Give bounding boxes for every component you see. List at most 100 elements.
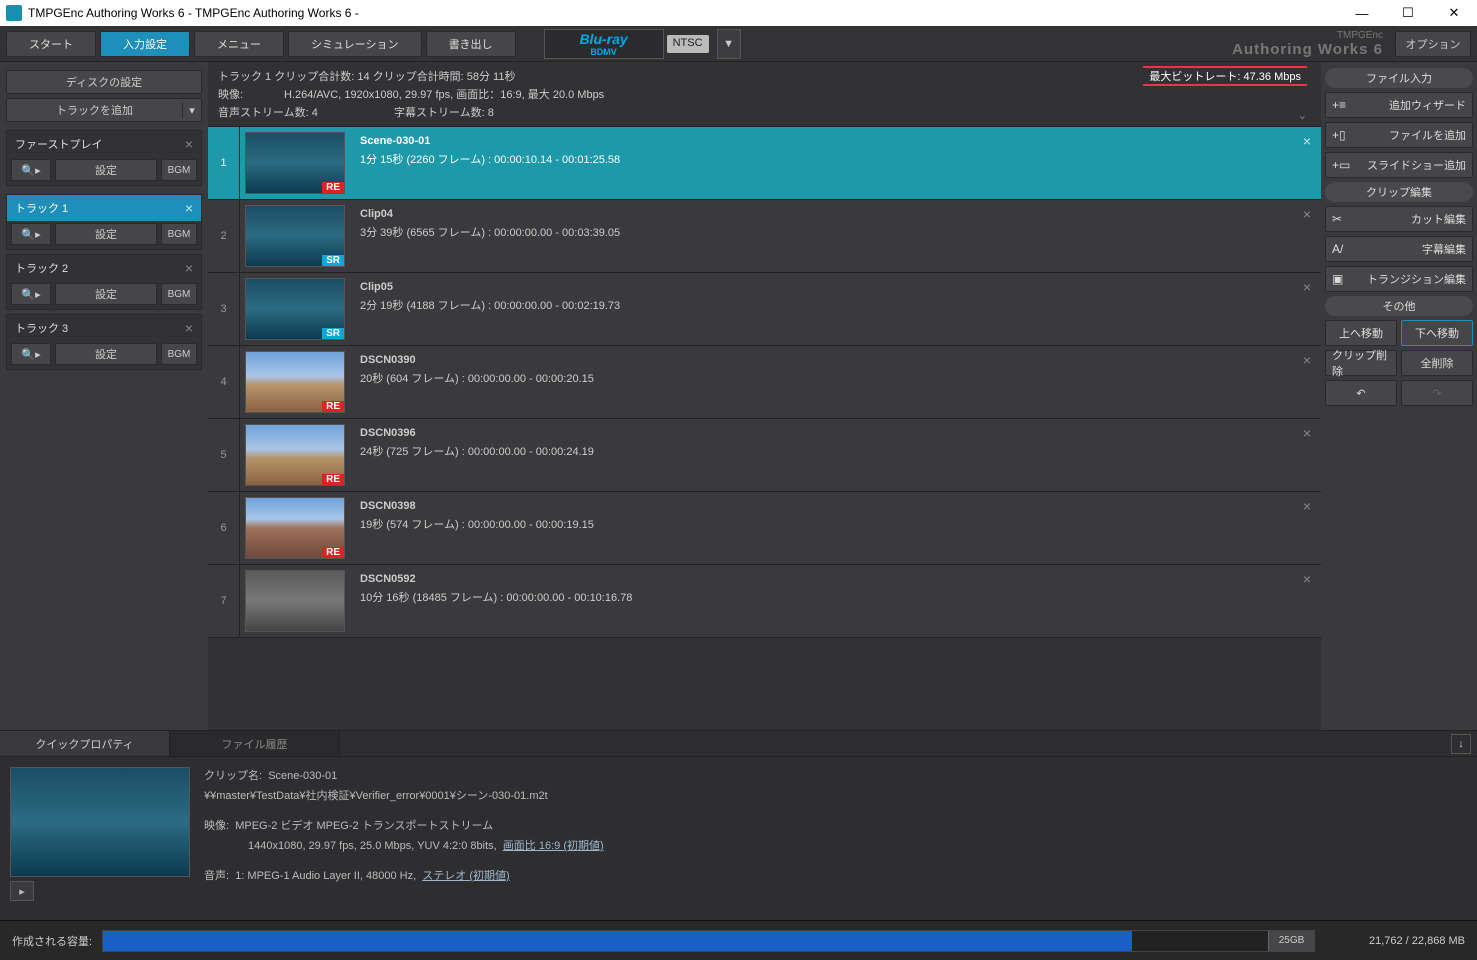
- firstplay-block: ファーストプレイ × 🔍▸ 設定 BGM: [6, 130, 202, 186]
- track-header[interactable]: トラック 3×: [7, 315, 201, 341]
- add-track-button[interactable]: トラックを追加 ▾: [6, 98, 202, 122]
- window-maximize-button[interactable]: ☐: [1385, 0, 1431, 26]
- clip-item[interactable]: 7 DSCN059210分 16秒 (18485 フレーム) : 00:00:00…: [208, 565, 1321, 638]
- audio-label: 音声:: [204, 870, 229, 882]
- clip-item[interactable]: 4REDSCN039020秒 (604 フレーム) : 00:00:00.00 …: [208, 346, 1321, 419]
- clip-number: 7: [208, 565, 240, 637]
- delete-all-button[interactable]: 全削除: [1401, 350, 1473, 376]
- step-start-button[interactable]: スタート: [6, 31, 96, 57]
- transition-icon: ▣: [1332, 272, 1346, 286]
- firstplay-search-button[interactable]: 🔍▸: [11, 159, 51, 181]
- clip-info: DSCN059210分 16秒 (18485 フレーム) : 00:00:00.…: [350, 565, 1321, 637]
- firstplay-bgm-button[interactable]: BGM: [161, 159, 197, 181]
- arrow-down-icon: ↓: [1458, 738, 1464, 750]
- track-search-button[interactable]: 🔍▸: [11, 223, 51, 245]
- close-icon[interactable]: ×: [185, 320, 193, 336]
- clip-remove-button[interactable]: ×: [1303, 352, 1311, 368]
- firstplay-settings-button[interactable]: 設定: [55, 159, 157, 181]
- track-search-button[interactable]: 🔍▸: [11, 283, 51, 305]
- track-block: トラック 1×🔍▸設定BGM: [6, 194, 202, 250]
- step-input-button[interactable]: 入力設定: [100, 31, 190, 57]
- clip-title: Scene-030-01: [360, 135, 1311, 147]
- track-bgm-button[interactable]: BGM: [161, 343, 197, 365]
- clip-number: 4: [208, 346, 240, 418]
- undo-button[interactable]: ↶: [1325, 380, 1397, 406]
- text-icon: A/: [1332, 242, 1346, 256]
- transition-edit-button[interactable]: ▣ トランジション編集: [1325, 266, 1473, 292]
- clip-thumbnail: SR: [245, 278, 345, 340]
- move-up-button[interactable]: 上へ移動: [1325, 320, 1397, 346]
- capacity-target[interactable]: 25GB: [1268, 931, 1314, 951]
- step-menu-button[interactable]: メニュー: [194, 31, 284, 57]
- collapse-button[interactable]: ↓: [1451, 734, 1471, 754]
- clip-tag-badge: RE: [322, 547, 344, 558]
- window-title: TMPGEnc Authoring Works 6 - TMPGEnc Auth…: [28, 6, 359, 20]
- clip-remove-button[interactable]: ×: [1303, 279, 1311, 295]
- track-block: トラック 3×🔍▸設定BGM: [6, 314, 202, 370]
- capacity-bar[interactable]: 25GB: [102, 930, 1315, 952]
- tab-quick-property[interactable]: クイックプロパティ: [0, 731, 170, 756]
- track-header[interactable]: トラック 2×: [7, 255, 201, 281]
- stereo-link[interactable]: ステレオ (初期値): [422, 870, 509, 882]
- clip-item[interactable]: 3SRClip052分 19秒 (4188 フレーム) : 00:00:00.0…: [208, 273, 1321, 346]
- clip-delete-button[interactable]: クリップ削除: [1325, 350, 1397, 376]
- clip-remove-button[interactable]: ×: [1303, 425, 1311, 441]
- disc-settings-button[interactable]: ディスクの設定: [6, 70, 202, 94]
- close-icon[interactable]: ×: [185, 200, 193, 216]
- add-slideshow-button[interactable]: +▭ スライドショー追加: [1325, 152, 1473, 178]
- clip-remove-button[interactable]: ×: [1303, 498, 1311, 514]
- clip-info: Clip043分 39秒 (6565 フレーム) : 00:00:00.00 -…: [350, 200, 1321, 272]
- clip-number: 1: [208, 127, 240, 199]
- tab-file-history[interactable]: ファイル履歴: [170, 731, 340, 756]
- clip-info: Clip052分 19秒 (4188 フレーム) : 00:00:00.00 -…: [350, 273, 1321, 345]
- bottom-tab-row: クイックプロパティ ファイル履歴 ↓: [0, 731, 1477, 757]
- expand-toggle[interactable]: ⌄: [1298, 109, 1307, 122]
- add-wizard-button[interactable]: +≡ 追加ウィザード: [1325, 92, 1473, 118]
- play-icon: ▸: [19, 885, 25, 898]
- track-settings-button[interactable]: 設定: [55, 343, 157, 365]
- clip-remove-button[interactable]: ×: [1303, 571, 1311, 587]
- add-track-label: トラックを追加: [7, 102, 183, 118]
- add-track-dropdown[interactable]: ▾: [183, 104, 201, 117]
- window-minimize-button[interactable]: —: [1339, 0, 1385, 26]
- track-bgm-button[interactable]: BGM: [161, 283, 197, 305]
- subtitle-edit-button[interactable]: A/ 字幕編集: [1325, 236, 1473, 262]
- clip-thumbnail: RE: [245, 424, 345, 486]
- options-button[interactable]: オプション: [1395, 31, 1471, 57]
- clip-item[interactable]: 1REScene-030-011分 15秒 (2260 フレーム) : 00:0…: [208, 127, 1321, 200]
- step-export-button[interactable]: 書き出し: [426, 31, 516, 57]
- bluray-label: Blu-ray: [579, 31, 627, 47]
- close-icon[interactable]: ×: [185, 260, 193, 276]
- preview-play-button[interactable]: ▸: [10, 881, 34, 901]
- clip-item[interactable]: 5REDSCN039624秒 (725 フレーム) : 00:00:00.00 …: [208, 419, 1321, 492]
- add-file-button[interactable]: +▯ ファイルを追加: [1325, 122, 1473, 148]
- clip-item[interactable]: 6REDSCN039819秒 (574 フレーム) : 00:00:00.00 …: [208, 492, 1321, 565]
- format-dropdown-button[interactable]: ▼: [717, 29, 741, 59]
- clip-number: 6: [208, 492, 240, 564]
- track-header[interactable]: トラック 1×: [7, 195, 201, 221]
- clip-tag-badge: SR: [322, 255, 344, 266]
- clip-item[interactable]: 2SRClip043分 39秒 (6565 フレーム) : 00:00:00.0…: [208, 200, 1321, 273]
- firstplay-header[interactable]: ファーストプレイ ×: [7, 131, 201, 157]
- clip-detail: 2分 19秒 (4188 フレーム) : 00:00:00.00 - 00:02…: [360, 297, 1311, 313]
- track-bgm-button[interactable]: BGM: [161, 223, 197, 245]
- track-search-button[interactable]: 🔍▸: [11, 343, 51, 365]
- move-down-button[interactable]: 下へ移動: [1401, 320, 1473, 346]
- step-simulation-button[interactable]: シミュレーション: [288, 31, 422, 57]
- cut-edit-button[interactable]: ✂ カット編集: [1325, 206, 1473, 232]
- format-bluray-button[interactable]: Blu-ray BDMV: [544, 29, 664, 59]
- track-settings-button[interactable]: 設定: [55, 283, 157, 305]
- chevron-down-icon: ⌄: [1298, 110, 1307, 122]
- clip-remove-button[interactable]: ×: [1303, 206, 1311, 222]
- track-settings-button[interactable]: 設定: [55, 223, 157, 245]
- window-close-button[interactable]: ✕: [1431, 0, 1477, 26]
- clip-remove-button[interactable]: ×: [1303, 133, 1311, 149]
- redo-button[interactable]: ↷: [1401, 380, 1473, 406]
- redo-icon: ↷: [1432, 387, 1441, 400]
- close-icon[interactable]: ×: [185, 136, 193, 152]
- clip-title: DSCN0396: [360, 427, 1311, 439]
- clip-list[interactable]: 1REScene-030-011分 15秒 (2260 フレーム) : 00:0…: [208, 127, 1321, 730]
- aspect-link[interactable]: 画面比 16:9 (初期値): [503, 840, 604, 852]
- video-info: H.264/AVC, 1920x1080, 29.97 fps, 画面比：16:…: [284, 86, 604, 102]
- plus-icon: +▭: [1332, 158, 1346, 172]
